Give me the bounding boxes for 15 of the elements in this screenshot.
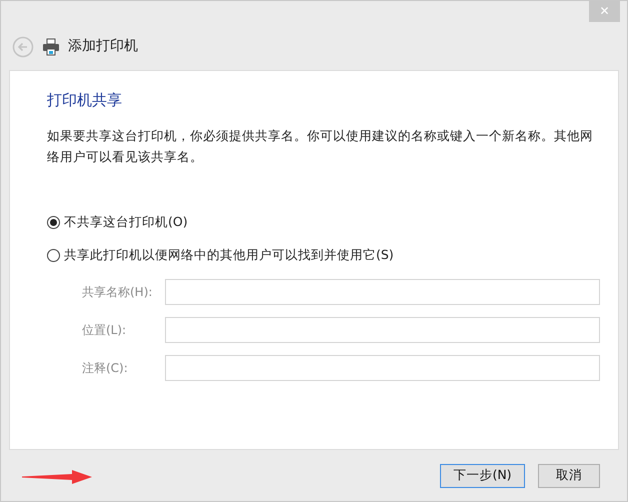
page-heading: 打印机共享 (47, 91, 123, 109)
next-button[interactable]: 下一步(N) (440, 464, 525, 488)
field-label: 位置(L): (82, 322, 128, 338)
annotation-arrow (22, 470, 92, 484)
field-label: 共享名称(H): (82, 284, 154, 300)
window-title: 添加打印机 (68, 37, 138, 56)
field-label: 注释(C): (82, 360, 129, 376)
cancel-button[interactable]: 取消 (538, 464, 600, 488)
radio-button[interactable] (47, 216, 60, 229)
back-icon[interactable] (12, 36, 34, 58)
printer-icon (42, 38, 60, 56)
radio-label[interactable]: 不共享这台打印机(O) (64, 213, 188, 232)
radio-button[interactable] (47, 248, 60, 262)
description-text: 如果要共享这台打印机，你必须提供共享名。你可以使用建议的名称或键入一个新名称。其他网络用户可以看见该共享名。 (47, 127, 594, 166)
radio-label[interactable]: 共享此打印机以便网络中的其他用户可以找到并使用它(S) (64, 246, 394, 264)
